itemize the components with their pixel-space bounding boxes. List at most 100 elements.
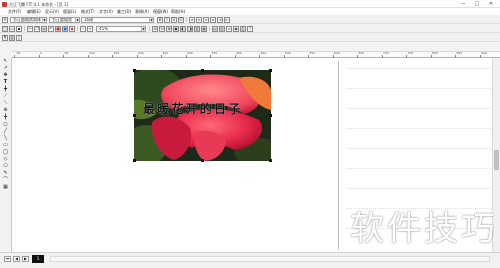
watermark-text: 软件技巧 bbox=[350, 209, 498, 249]
lock-icon[interactable]: ▣ bbox=[173, 25, 179, 32]
table-icon[interactable]: ▤ bbox=[212, 25, 218, 32]
cut-icon[interactable]: ✂ bbox=[27, 25, 33, 32]
print-icon[interactable]: ⎙ bbox=[240, 25, 246, 32]
undo-icon[interactable]: ↶ bbox=[48, 25, 54, 32]
font-en-select[interactable]: 方正超粗黑 ▼ bbox=[49, 16, 80, 23]
cross-tool-icon[interactable]: ╋ bbox=[2, 114, 9, 120]
polygon-tool-icon[interactable]: ⬠ bbox=[2, 163, 9, 169]
ungroup-icon[interactable]: ⊠ bbox=[166, 25, 172, 32]
flower-image-frame[interactable]: 最暖花开的日子 bbox=[134, 70, 271, 161]
help-icon[interactable]: ? bbox=[247, 25, 253, 32]
page-number[interactable]: 1 bbox=[32, 255, 44, 263]
image-icon[interactable]: ▨ bbox=[219, 25, 225, 32]
resize-handle[interactable] bbox=[133, 114, 136, 117]
resize-handle[interactable] bbox=[269, 159, 272, 162]
open-file-icon[interactable]: ▭ bbox=[9, 25, 15, 32]
ruler-tick-label: 50 bbox=[64, 51, 69, 55]
scroll-thumb[interactable] bbox=[494, 150, 499, 170]
align-objects-icon[interactable]: ⊞ bbox=[152, 25, 158, 32]
column-icon[interactable]: ▥ bbox=[9, 34, 15, 41]
resize-handle[interactable] bbox=[201, 159, 204, 162]
font-icon[interactable]: A bbox=[2, 16, 8, 23]
underline-button[interactable]: U bbox=[171, 16, 177, 23]
image-caption[interactable]: 最暖花开的日子 bbox=[143, 102, 242, 116]
resize-handle[interactable] bbox=[201, 69, 204, 72]
italic-button[interactable]: I bbox=[164, 16, 170, 23]
text-tool-icon[interactable]: T bbox=[2, 79, 9, 85]
menu-help[interactable]: 帮助(H) bbox=[171, 9, 185, 14]
frame-tool-icon[interactable]: ▭ bbox=[2, 142, 9, 148]
justify-button[interactable]: ≡ bbox=[210, 16, 216, 23]
outdent-button[interactable]: ⇤ bbox=[224, 16, 230, 23]
first-page-button[interactable]: ⏮ bbox=[4, 256, 11, 262]
menu-file[interactable]: 文件(F) bbox=[8, 9, 21, 14]
rotate-tool-icon[interactable]: ✥ bbox=[2, 72, 9, 78]
minimize-button[interactable]: — bbox=[456, 0, 470, 8]
line-tool-icon[interactable]: ⟋ bbox=[2, 93, 9, 99]
menu-art[interactable]: 美工(D) bbox=[117, 9, 131, 14]
front-icon[interactable]: ◧ bbox=[180, 25, 186, 32]
link-icon[interactable]: ∞ bbox=[226, 25, 232, 32]
horizontal-scrollbar[interactable] bbox=[50, 256, 490, 262]
menu-text[interactable]: 文字(X) bbox=[99, 9, 113, 14]
diamond-tool-icon[interactable]: ◇ bbox=[2, 156, 9, 162]
table-tool-icon[interactable]: ▦ bbox=[2, 184, 9, 190]
curve-tool-icon[interactable]: ⌒ bbox=[2, 177, 9, 183]
diagonal-tool-icon[interactable]: ⟍ bbox=[2, 100, 9, 106]
new-file-icon[interactable]: □ bbox=[2, 25, 8, 32]
resize-handle[interactable] bbox=[269, 69, 272, 72]
prev-page-button[interactable]: ◀ bbox=[13, 256, 20, 262]
color-red-icon[interactable]: ■ bbox=[55, 25, 61, 32]
slash-tool-icon[interactable]: ╱ bbox=[2, 128, 9, 134]
page-icon[interactable]: ▯ bbox=[16, 34, 22, 41]
menu-view[interactable]: 显示(V) bbox=[45, 9, 59, 14]
save-icon[interactable]: ▪ bbox=[16, 25, 22, 32]
group-icon[interactable]: ⊟ bbox=[159, 25, 165, 32]
copy-icon[interactable]: ❐ bbox=[34, 25, 40, 32]
ellipse-tool-icon[interactable]: ◯ bbox=[2, 149, 9, 155]
indent-button[interactable]: ⇥ bbox=[217, 16, 223, 23]
zoom-in-icon[interactable]: + bbox=[87, 25, 93, 32]
align-center-button[interactable]: ≡ bbox=[196, 16, 202, 23]
zoom-select[interactable]: 45% ▼ bbox=[96, 25, 146, 32]
text-flow-icon[interactable]: ¶ bbox=[2, 34, 8, 41]
align-right-button[interactable]: ≡ bbox=[203, 16, 209, 23]
menu-format[interactable]: 格式(T) bbox=[81, 9, 95, 14]
ruler-tick-label: 200 bbox=[138, 51, 144, 55]
resize-handle[interactable] bbox=[133, 69, 136, 72]
zoom-tool-icon[interactable]: ⊕ bbox=[2, 107, 9, 113]
menu-edit[interactable]: 编辑(E) bbox=[27, 9, 41, 14]
color-fill-icon[interactable]: ◆ bbox=[69, 25, 75, 32]
rectangle-tool-icon[interactable]: ◻ bbox=[2, 121, 9, 127]
layer-icon[interactable]: ▥ bbox=[194, 25, 200, 32]
crosshair-tool-icon[interactable]: ╋ bbox=[2, 86, 9, 92]
resize-handle[interactable] bbox=[133, 159, 136, 162]
zoom-out-icon[interactable]: − bbox=[80, 25, 86, 32]
pencil-tool-icon[interactable]: ✎ bbox=[2, 170, 9, 176]
ruler-tick-label: 100 bbox=[89, 51, 95, 55]
font-cn-select[interactable]: 方正超粗黑简体 ▼ bbox=[10, 16, 47, 23]
align-left-button[interactable]: ≡ bbox=[189, 16, 195, 23]
select-tool-icon[interactable]: ↖ bbox=[2, 58, 9, 64]
ruler-tick-label: 450 bbox=[260, 51, 267, 55]
separator bbox=[186, 17, 187, 22]
color-blue-icon[interactable]: ■ bbox=[62, 25, 68, 32]
maximize-button[interactable]: □ bbox=[470, 0, 484, 8]
menu-window[interactable]: 视窗(W) bbox=[153, 9, 168, 14]
paste-icon[interactable]: ▤ bbox=[41, 25, 47, 32]
font-toolbar: A 方正超粗黑简体 ▼ 方正超粗黑 ▼ 16磅 ▼ B I U O ≡ ≡ ≡ … bbox=[0, 15, 500, 24]
outline-button[interactable]: O bbox=[178, 16, 184, 23]
bold-button[interactable]: B bbox=[157, 16, 163, 23]
close-button[interactable]: ✕ bbox=[484, 0, 498, 8]
menu-table[interactable]: 表格(A) bbox=[135, 9, 149, 14]
backslash-tool-icon[interactable]: ╲ bbox=[2, 135, 9, 141]
back-icon[interactable]: ◨ bbox=[187, 25, 193, 32]
next-page-button[interactable]: ▶ bbox=[22, 256, 29, 262]
resize-handle[interactable] bbox=[269, 114, 272, 117]
menu-layout[interactable]: 版面(L) bbox=[63, 9, 76, 14]
grid-icon[interactable]: ▦ bbox=[201, 25, 207, 32]
font-size-select[interactable]: 16磅 ▼ bbox=[81, 16, 154, 23]
direct-select-tool-icon[interactable]: ↗ bbox=[2, 65, 9, 71]
preview-icon[interactable]: ◉ bbox=[233, 25, 239, 32]
horizontal-ruler[interactable]: -50 0 50 100 150 200 250 300 350 400 450 500 550 600 6… bbox=[12, 51, 500, 58]
